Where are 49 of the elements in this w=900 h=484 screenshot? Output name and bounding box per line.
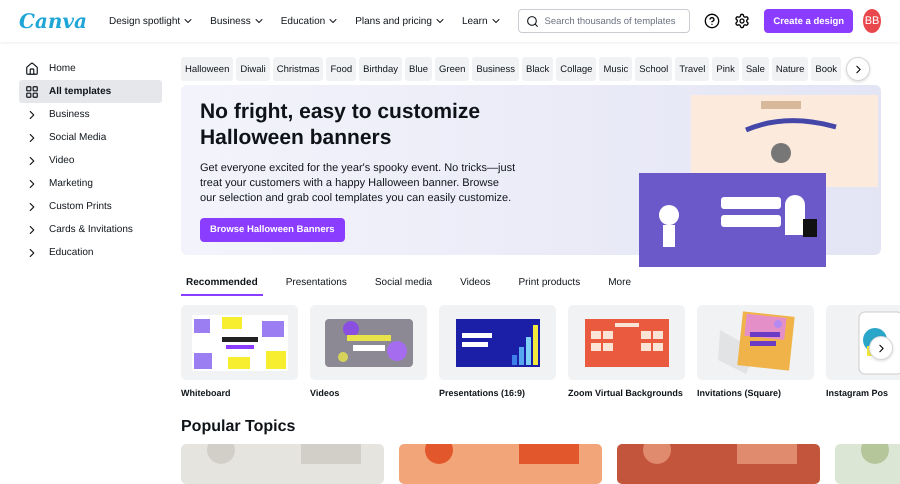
- tag-chip[interactable]: Nature: [772, 57, 808, 81]
- tag-chip[interactable]: Birthday: [359, 57, 402, 81]
- category-tab[interactable]: Social media: [370, 277, 438, 296]
- category-tab[interactable]: Print products: [514, 277, 586, 296]
- tag-chip[interactable]: Book: [811, 57, 842, 81]
- help-icon[interactable]: [704, 13, 720, 29]
- hero-text: Get everyone excited for the year's spooky event. No tricks—just treat your customers with a happy Halloween banner. Browse our selection and grab cool templates you can easily customize.: [200, 160, 516, 206]
- sidebar-item[interactable]: Cards & Invitations: [19, 218, 162, 241]
- category-tab[interactable]: Presentations: [280, 277, 352, 296]
- sidebar-item[interactable]: Education: [19, 241, 162, 264]
- sidebar-item[interactable]: Marketing: [19, 172, 162, 195]
- grid-icon: [25, 84, 39, 98]
- nav-menu-item[interactable]: Design spotlight: [109, 15, 194, 27]
- category-tab[interactable]: Videos: [455, 277, 496, 296]
- tag-chip[interactable]: Green: [435, 57, 470, 81]
- tag-chip[interactable]: Food: [326, 57, 356, 81]
- category-tab[interactable]: Recommended: [181, 277, 263, 296]
- tag-chip[interactable]: Business: [472, 57, 519, 81]
- browse-button[interactable]: Browse Halloween Banners: [200, 218, 345, 242]
- settings-icon[interactable]: [734, 13, 750, 29]
- section-heading: Popular Topics: [181, 418, 296, 436]
- tag-chip[interactable]: Black: [522, 57, 554, 81]
- sidebar-item[interactable]: Business: [19, 103, 162, 126]
- tag-chip[interactable]: Collage: [556, 57, 596, 81]
- tag-chip[interactable]: Music: [599, 57, 632, 81]
- create-design-button[interactable]: Create a design: [764, 9, 854, 33]
- nav-menu-item[interactable]: Business: [210, 15, 265, 27]
- avatar[interactable]: BB: [863, 9, 881, 33]
- sidebar-item[interactable]: Home: [19, 57, 162, 80]
- tag-chip[interactable]: Sale: [742, 57, 769, 81]
- nav-menu-item[interactable]: Plans and pricing: [355, 15, 446, 27]
- tag-chip[interactable]: Travel: [675, 57, 710, 81]
- home-icon: [25, 62, 39, 76]
- tag-chip[interactable]: Blue: [405, 57, 432, 81]
- search-icon: [526, 14, 539, 28]
- search-field[interactable]: Search thousands of templates: [518, 9, 690, 33]
- nav-menu-item[interactable]: Learn: [462, 15, 502, 27]
- sidebar-item[interactable]: All templates: [19, 80, 162, 103]
- sidebar-item[interactable]: Video: [19, 149, 162, 172]
- sidebar-item[interactable]: Social Media: [19, 126, 162, 149]
- tag-chip[interactable]: Diwali: [236, 57, 270, 81]
- hero-title: No fright, easy to customize Halloween banners: [200, 98, 482, 151]
- nav-menu-item[interactable]: Education: [280, 15, 340, 27]
- tag-chip[interactable]: School: [635, 57, 672, 81]
- tag-chip[interactable]: Pink: [712, 57, 739, 81]
- sidebar-item[interactable]: Custom Prints: [19, 195, 162, 218]
- tag-chip[interactable]: Halloween: [181, 57, 234, 81]
- category-tab[interactable]: More: [603, 277, 636, 296]
- tag-chip[interactable]: Christmas: [272, 57, 324, 81]
